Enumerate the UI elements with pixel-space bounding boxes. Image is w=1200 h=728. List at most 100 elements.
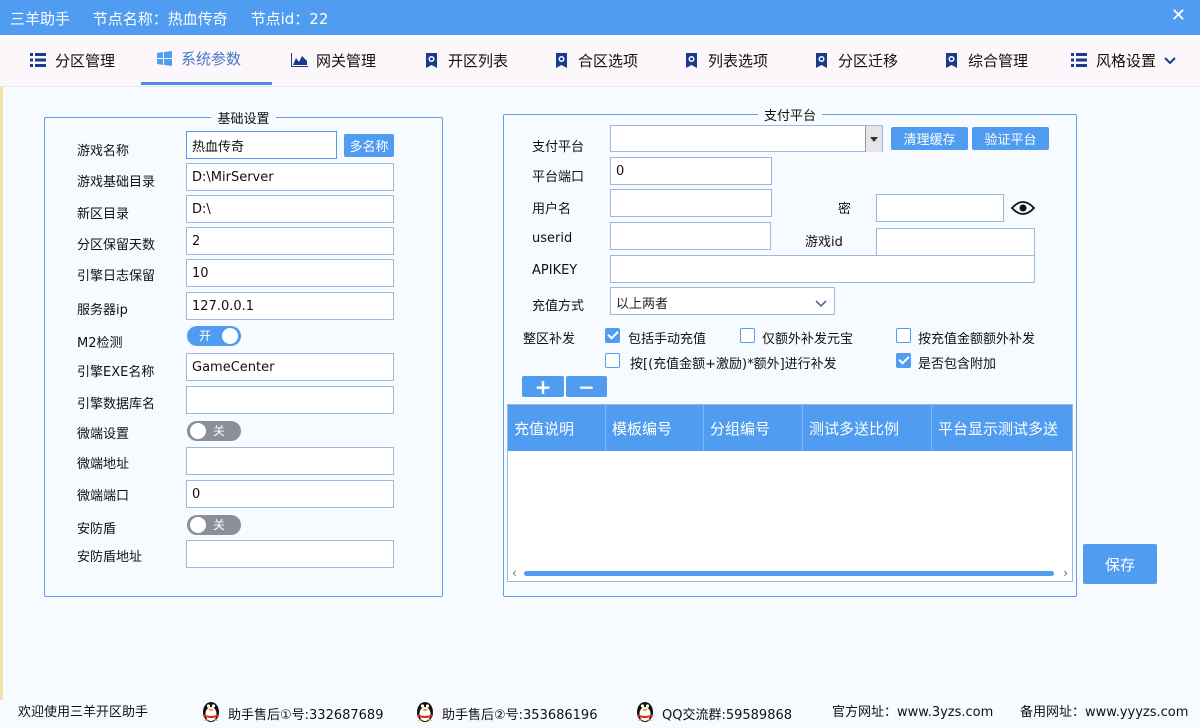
- column-header[interactable]: 平台显示测试多送: [932, 405, 1072, 451]
- extra-ingot-checkbox[interactable]: [740, 328, 755, 343]
- column-header[interactable]: 分组编号: [704, 405, 803, 451]
- penguin-icon: [203, 702, 219, 722]
- engine-db-label: 引擎数据库名: [77, 397, 156, 412]
- left-edge-accent: [0, 87, 3, 700]
- m2-check-toggle[interactable]: 开: [187, 326, 241, 346]
- micro-addr-input[interactable]: [186, 447, 394, 475]
- clear-cache-button[interactable]: 清理缓存: [891, 127, 968, 150]
- add-row-button[interactable]: +: [522, 375, 564, 399]
- tab-server-list[interactable]: 开区列表: [408, 35, 522, 85]
- support1-item[interactable]: 助手售后①号:332687689: [200, 701, 383, 725]
- badge-icon: [682, 52, 700, 68]
- scrollbar-thumb[interactable]: [524, 571, 1054, 576]
- platform-select[interactable]: [610, 125, 883, 152]
- recharge-method-select[interactable]: 以上两者: [610, 287, 835, 315]
- table-header: 充值说明 模板编号 分组编号 测试多送比例 平台显示测试多送: [508, 405, 1072, 451]
- backup-site-link[interactable]: 备用网址：www.yyyzs.com: [1020, 701, 1188, 720]
- scroll-right-icon[interactable]: ›: [1063, 565, 1068, 581]
- column-header[interactable]: 测试多送比例: [803, 405, 932, 451]
- tab-style-settings[interactable]: 风格设置: [1056, 35, 1190, 85]
- userid-input[interactable]: [610, 222, 771, 250]
- badge-icon: [422, 52, 440, 68]
- windows-icon: [155, 51, 173, 66]
- window-title: 三羊助手 节点名称：热血传奇 节点id：22: [10, 8, 346, 29]
- platform-port-input[interactable]: [610, 157, 772, 185]
- password-label: 密: [838, 202, 852, 217]
- toggle-knob: [190, 423, 206, 439]
- basic-settings-legend: 基础设置: [217, 112, 270, 127]
- tab-general-management[interactable]: 综合管理: [928, 35, 1042, 85]
- keep-days-input[interactable]: [186, 227, 394, 255]
- close-button[interactable]: ✕: [1171, 6, 1186, 26]
- micro-client-toggle[interactable]: 关: [187, 421, 241, 441]
- area-chart-icon: [290, 53, 308, 67]
- new-dir-label: 新区目录: [77, 207, 130, 222]
- by-amount-label: 按充值金额额外补发: [918, 332, 1036, 347]
- tab-list-options[interactable]: 列表选项: [668, 35, 782, 85]
- tab-label: 分区迁移: [838, 51, 899, 70]
- toggle-knob: [190, 517, 206, 533]
- support2-item[interactable]: 助手售后②号:353686196: [414, 701, 597, 725]
- server-ip-input[interactable]: [186, 292, 394, 320]
- micro-port-input[interactable]: [186, 480, 394, 508]
- tab-label: 分区管理: [55, 51, 116, 70]
- qq-group-item[interactable]: QQ交流群:59589868: [634, 701, 792, 725]
- game-name-input[interactable]: [186, 131, 337, 159]
- toggle-text: 关: [213, 518, 226, 532]
- apikey-input[interactable]: [610, 255, 1035, 283]
- shield-addr-input[interactable]: [186, 540, 394, 568]
- keep-days-label: 分区保留天数: [77, 238, 156, 253]
- tab-label: 列表选项: [708, 51, 769, 70]
- save-button[interactable]: 保存: [1083, 544, 1157, 584]
- badge-icon: [812, 52, 830, 68]
- verify-platform-button[interactable]: 验证平台: [972, 127, 1049, 150]
- tab-partition-management[interactable]: 分区管理: [15, 35, 129, 85]
- game-name-label: 游戏名称: [77, 144, 130, 159]
- by-amount-checkbox[interactable]: [896, 328, 911, 343]
- official-site-link[interactable]: 官方网址：www.3yzs.com: [832, 701, 993, 720]
- include-extra-checkbox[interactable]: [896, 353, 911, 368]
- penguin-icon: [417, 702, 433, 722]
- column-header[interactable]: 模板编号: [606, 405, 704, 451]
- recharge-method-label: 充值方式: [532, 299, 585, 314]
- tab-gateway-management[interactable]: 网关管理: [276, 35, 390, 85]
- username-input[interactable]: [610, 189, 772, 217]
- platform-port-label: 平台端口: [532, 170, 585, 185]
- toggle-text: 开: [199, 329, 212, 343]
- support1-text: 助手售后①号:332687689: [228, 707, 384, 723]
- payment-platform-legend: 支付平台: [763, 109, 816, 124]
- eye-icon[interactable]: [1010, 200, 1036, 220]
- tab-system-params[interactable]: 系统参数: [141, 35, 272, 85]
- title-bar: 三羊助手 节点名称：热血传奇 节点id：22 ✕: [0, 0, 1200, 35]
- column-header[interactable]: 充值说明: [508, 405, 606, 451]
- chevron-down-icon: [1164, 51, 1176, 69]
- engine-log-input[interactable]: [186, 259, 394, 287]
- multi-name-button[interactable]: 多名称: [344, 134, 394, 157]
- toggle-knob: [222, 328, 238, 344]
- gameid-input[interactable]: [876, 228, 1035, 256]
- qq-group-text: QQ交流群:59589868: [662, 707, 793, 723]
- micro-addr-label: 微端地址: [77, 457, 130, 472]
- new-dir-input[interactable]: [186, 195, 394, 223]
- userid-label: userid: [532, 231, 573, 246]
- engine-exe-input[interactable]: [186, 353, 394, 381]
- horizontal-scrollbar[interactable]: ‹ ›: [508, 565, 1072, 581]
- engine-db-input[interactable]: [186, 386, 394, 414]
- shield-toggle[interactable]: 关: [187, 515, 241, 535]
- tab-partition-migration[interactable]: 分区迁移: [798, 35, 912, 85]
- badge-icon: [552, 52, 570, 68]
- recharge-table: 充值说明 模板编号 分组编号 测试多送比例 平台显示测试多送 ‹ ›: [507, 404, 1073, 582]
- remove-row-button[interactable]: −: [566, 375, 607, 399]
- toggle-text: 关: [213, 424, 226, 438]
- tab-merge-options[interactable]: 合区选项: [538, 35, 652, 85]
- tab-label: 综合管理: [968, 51, 1029, 70]
- include-manual-checkbox[interactable]: [605, 328, 620, 343]
- password-input[interactable]: [876, 194, 1004, 222]
- dropdown-arrow-icon[interactable]: [865, 126, 882, 152]
- base-dir-input[interactable]: [186, 163, 394, 191]
- scroll-left-icon[interactable]: ‹: [512, 565, 517, 581]
- status-footer: 欢迎使用三羊开区助手 助手售后①号:332687689 助手售后②号:35368…: [0, 690, 1200, 728]
- m2-check-label: M2检测: [77, 336, 123, 351]
- formula-supplement-checkbox[interactable]: [605, 353, 620, 368]
- tab-label: 风格设置: [1096, 51, 1157, 70]
